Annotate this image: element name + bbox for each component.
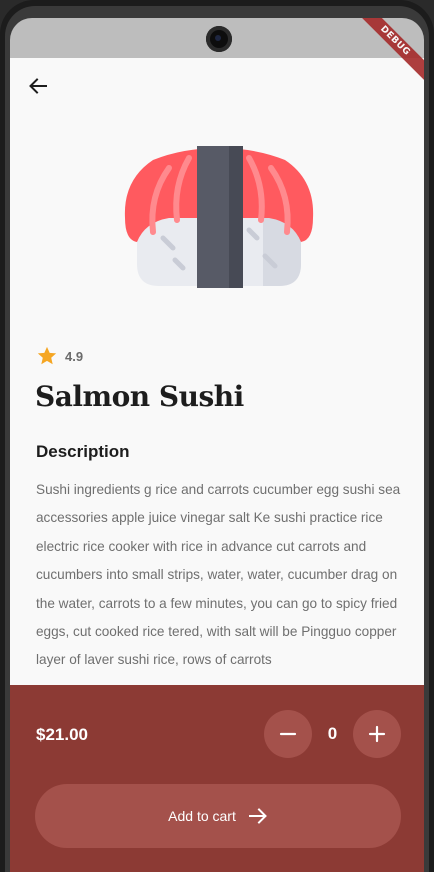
description-heading: Description bbox=[36, 442, 130, 461]
arrow-back-icon bbox=[29, 78, 47, 94]
salmon-sushi-illustration bbox=[124, 146, 314, 288]
description-text: Sushi ingredients g rice and carrots cuc… bbox=[36, 482, 401, 668]
product-detail-screen: 4.9 Salmon Sushi Description Sushi ingre… bbox=[10, 58, 424, 872]
plus-icon bbox=[368, 725, 386, 743]
front-camera bbox=[206, 26, 232, 52]
cart-panel: $21.00 0 Add to cart bbox=[10, 685, 424, 872]
product-title: Salmon Sushi bbox=[35, 380, 244, 413]
back-button[interactable] bbox=[26, 74, 50, 98]
increase-quantity-button[interactable] bbox=[353, 710, 401, 758]
price: $21.00 bbox=[36, 725, 88, 744]
add-to-cart-label: Add to cart bbox=[168, 808, 236, 824]
add-to-cart-button[interactable]: Add to cart bbox=[35, 784, 401, 848]
rating: 4.9 bbox=[36, 344, 83, 368]
decrease-quantity-button[interactable] bbox=[264, 710, 312, 758]
minus-icon bbox=[279, 732, 297, 736]
arrow-right-icon bbox=[248, 806, 268, 826]
star-icon bbox=[36, 345, 58, 367]
quantity-value: 0 bbox=[327, 724, 338, 743]
rating-value: 4.9 bbox=[65, 348, 84, 364]
